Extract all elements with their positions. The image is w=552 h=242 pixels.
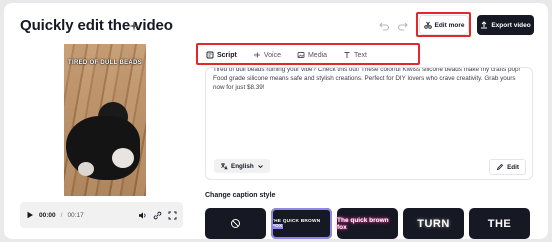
caption-style-none[interactable] [205,208,266,239]
style-preview: The quick brown fox [337,216,389,231]
video-subject [66,116,140,180]
volume-icon[interactable] [138,211,147,220]
export-label: Export video [491,21,531,29]
script-text[interactable]: Tired of dull beads ruining your vibe? C… [213,68,527,92]
tab-label: Media [307,51,328,59]
translate-icon [220,162,228,170]
play-icon[interactable] [26,211,34,219]
tab-text[interactable]: Text [337,47,373,63]
style-preview: TURN [417,217,450,230]
spark-icon [128,20,140,32]
player-controls: 00:00 / 00:17 [20,202,183,228]
scissors-icon [423,21,432,29]
tab-media[interactable]: Media [291,47,333,63]
page-title: Quickly edit the video [20,17,173,34]
video-preview[interactable]: TIRED OF DULL BEADS [64,44,146,196]
tab-label: Text [354,51,367,59]
tab-script[interactable]: Script [200,47,243,63]
script-icon [206,51,214,59]
voice-icon [253,51,261,59]
undo-icon[interactable] [378,20,390,32]
redo-icon[interactable] [397,20,409,32]
style-preview: THE QUICK BROWN FOX [271,218,321,229]
caption-style-caps[interactable]: THE [469,208,530,239]
tab-voice[interactable]: Voice [247,47,287,63]
media-icon [297,51,305,59]
edit-more-button[interactable]: Edit more [419,15,469,35]
export-icon [480,21,488,29]
link-icon[interactable] [153,211,162,220]
language-label: English [231,162,254,170]
pencil-icon [496,163,504,171]
chevron-down-icon [257,163,264,170]
tab-label: Script [217,51,237,59]
caption-style-list: THE QUICK BROWN FOX The quick brown fox … [205,208,530,239]
current-time: 00:00 [39,211,56,219]
language-select[interactable]: English [214,159,270,173]
export-video-button[interactable]: Export video [477,15,534,35]
editor-panel: Quickly edit the video Edit more Export … [4,3,548,239]
caption-style-glow[interactable]: The quick brown fox [337,208,398,239]
caption-style-bold[interactable]: TURN [403,208,464,239]
duration: 00:17 [67,211,84,219]
video-caption-overlay: TIRED OF DULL BEADS [68,60,142,66]
fullscreen-icon[interactable] [168,211,177,220]
edit-script-button[interactable]: Edit [489,159,526,175]
text-icon [343,51,351,59]
edit-more-label: Edit more [434,21,465,29]
caption-style-title: Change caption style [205,192,276,199]
no-style-icon [230,218,241,229]
style-preview: THE [487,217,512,230]
time-separator: / [60,211,63,219]
edit-label: Edit [507,163,519,171]
script-editor[interactable]: Tired of dull beads ruining your vibe? C… [205,67,533,180]
tab-label: Voice [263,51,281,59]
caption-style-highlight[interactable]: THE QUICK BROWN FOX [271,208,332,239]
editor-tabs: Script Voice Media Text [200,46,414,64]
